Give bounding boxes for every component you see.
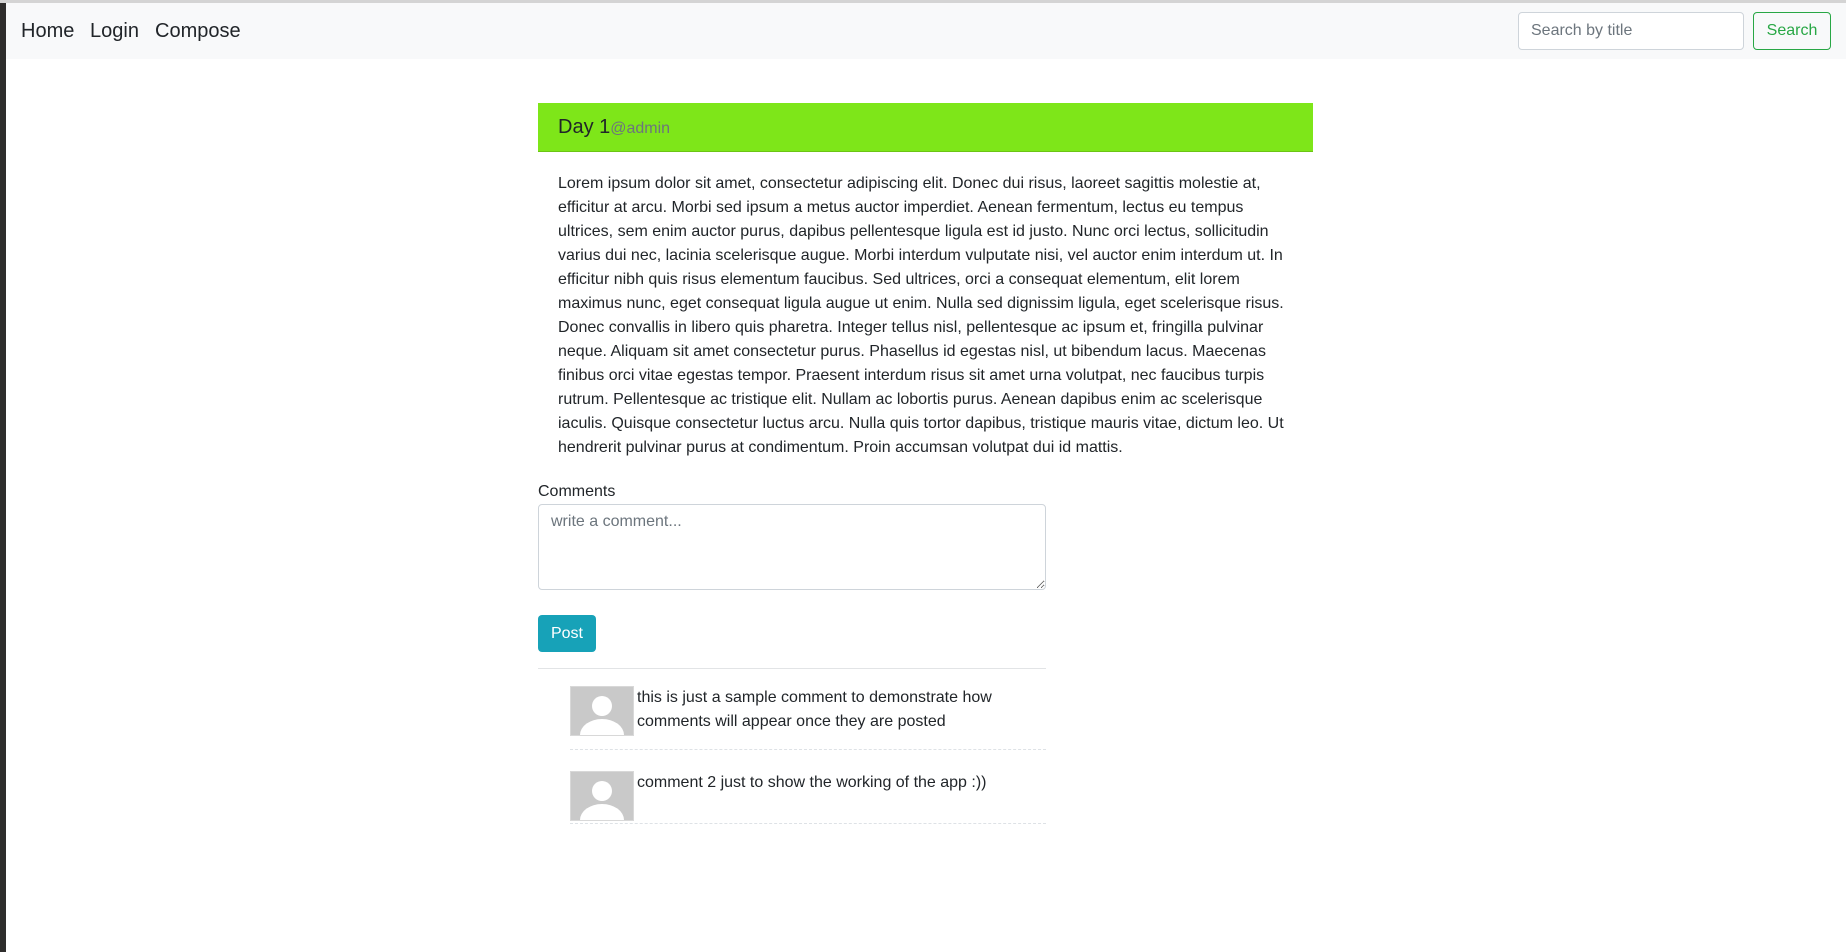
navbar: Home Login Compose Search	[6, 3, 1846, 59]
nav-compose-link[interactable]: Compose	[155, 19, 241, 43]
post-author: @admin	[610, 120, 671, 137]
user-avatar-icon	[570, 771, 634, 821]
comment-item: comment 2 just to show the working of th…	[570, 771, 1046, 824]
nav-login-link[interactable]: Login	[90, 19, 139, 43]
nav-home-link[interactable]: Home	[21, 19, 74, 43]
post-title: Day 1	[558, 116, 611, 138]
search-button[interactable]: Search	[1753, 12, 1831, 50]
post-comment-button[interactable]: Post	[538, 615, 596, 652]
window-edge	[0, 0, 6, 952]
search-input[interactable]	[1518, 12, 1744, 50]
post-header: Day 1@admin	[538, 103, 1313, 152]
comment-text: this is just a sample comment to demonst…	[637, 689, 992, 730]
comment-item: this is just a sample comment to demonst…	[570, 686, 1046, 750]
user-avatar-icon	[570, 686, 634, 736]
comments-divider	[538, 668, 1046, 669]
comment-text: comment 2 just to show the working of th…	[637, 774, 987, 791]
post-body: Lorem ipsum dolor sit amet, consectetur …	[558, 175, 1284, 456]
post-title-line: Day 1@admin	[558, 115, 670, 141]
comment-input[interactable]	[538, 504, 1046, 590]
comments-label: Comments	[538, 483, 616, 500]
